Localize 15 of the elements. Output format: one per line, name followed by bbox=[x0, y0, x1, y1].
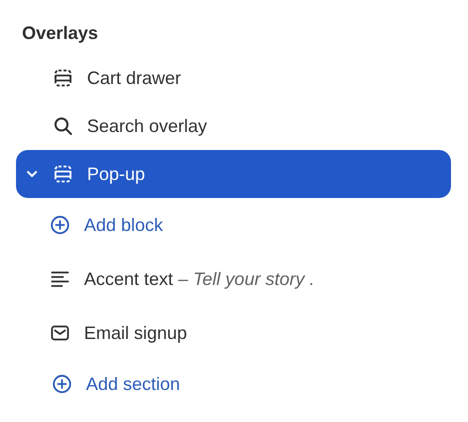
plus-circle-icon bbox=[52, 374, 72, 394]
tree-item[interactable]: Email signup bbox=[16, 306, 451, 360]
dashed-panel-icon bbox=[53, 68, 73, 88]
add-section-link[interactable]: Add section bbox=[16, 360, 451, 408]
tree-item[interactable]: Accent text – Tell your story . bbox=[16, 252, 451, 306]
plus-circle-icon bbox=[50, 215, 70, 235]
tree-item[interactable]: Cart drawer bbox=[16, 54, 451, 102]
text-lines-icon bbox=[50, 269, 70, 289]
add-block-link[interactable]: Add block bbox=[16, 198, 451, 252]
section-heading: Overlays bbox=[21, 22, 98, 44]
envelope-icon bbox=[50, 323, 70, 343]
search-icon bbox=[53, 116, 73, 136]
dashed-panel-icon bbox=[53, 164, 73, 184]
tree-item[interactable]: Pop-up bbox=[16, 150, 451, 198]
tree-item[interactable]: Search overlay bbox=[16, 102, 451, 150]
